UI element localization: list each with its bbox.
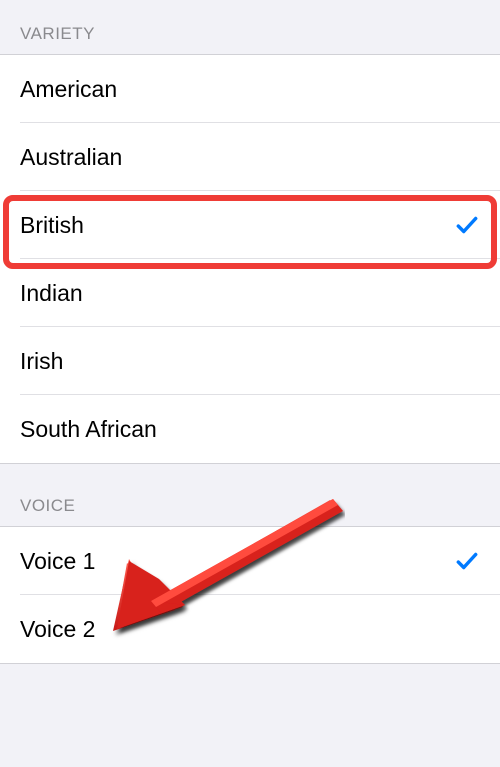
variety-item-australian[interactable]: Australian — [0, 123, 500, 191]
variety-item-irish[interactable]: Irish — [0, 327, 500, 395]
variety-item-label: Irish — [20, 348, 63, 375]
variety-item-label: Australian — [20, 144, 122, 171]
checkmark-icon — [454, 212, 480, 238]
checkmark-icon — [454, 548, 480, 574]
voice-item-voice-1[interactable]: Voice 1 — [0, 527, 500, 595]
section-header-variety: Variety — [0, 0, 500, 54]
voice-list: Voice 1 Voice 2 — [0, 526, 500, 664]
voice-item-label: Voice 1 — [20, 548, 95, 575]
variety-list: American Australian British Indian Irish… — [0, 54, 500, 464]
variety-item-label: South African — [20, 416, 157, 443]
voice-item-label: Voice 2 — [20, 616, 95, 643]
variety-item-british[interactable]: British — [0, 191, 500, 259]
variety-item-south-african[interactable]: South African — [0, 395, 500, 463]
section-header-voice: Voice — [0, 464, 500, 526]
variety-item-american[interactable]: American — [0, 55, 500, 123]
variety-item-label: British — [20, 212, 84, 239]
variety-item-label: American — [20, 76, 117, 103]
variety-item-indian[interactable]: Indian — [0, 259, 500, 327]
variety-item-label: Indian — [20, 280, 83, 307]
voice-item-voice-2[interactable]: Voice 2 — [0, 595, 500, 663]
